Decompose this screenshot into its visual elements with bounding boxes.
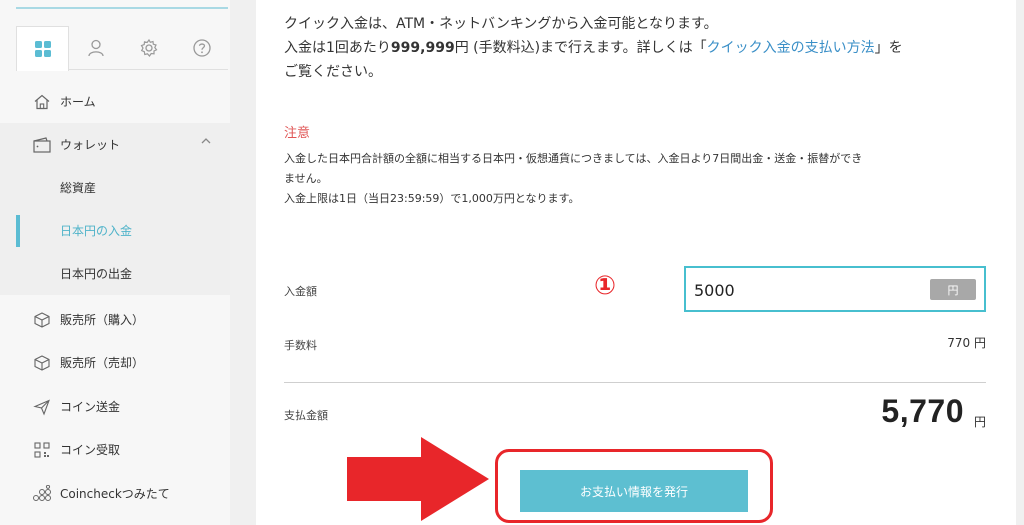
sidebar-item-label: 販売所（購入） [60,313,145,327]
user-icon [87,39,104,57]
sidebar-item-label: 販売所（売却） [60,356,145,370]
tab-dashboard[interactable] [16,26,69,71]
sidebar-item-receive-coin[interactable]: コイン受取 [0,428,230,471]
sidebar-item-label: 総資産 [60,181,97,195]
cube-icon [32,353,52,373]
intro-line-2-mid: 円 (手数料込)まで行えます。詳しくは「 [454,40,707,56]
sidebar-item-jpy-deposit[interactable]: 日本円の入金 [0,209,230,252]
sidebar-top-line [16,7,228,9]
notice-line-2: ません。 [284,172,328,185]
divider [284,382,986,383]
intro-line-2-prefix: 入金は1回あたり [284,40,391,56]
gear-icon [140,38,157,57]
intro-line-2-suffix: 」を [874,40,903,56]
red-arrow-icon [347,437,489,521]
home-icon [32,92,52,112]
fee-label: 手数料 [284,339,317,352]
tab-help[interactable] [175,26,228,70]
step-marker: ① [594,271,617,301]
sidebar-item-label: コイン送金 [60,400,121,414]
sidebar-item-label: ホーム [60,95,96,109]
sidebar-item-tsumitate[interactable]: Coincheckつみたて [0,472,230,515]
total-value: 5,770 [881,393,964,429]
chevron-up-icon[interactable] [200,135,212,150]
wallet-icon [32,135,52,155]
fee-value: 770 円 [947,336,986,350]
help-icon [192,39,211,57]
issue-payment-info-button[interactable]: お支払い情報を発行 [520,470,748,512]
sidebar-item-send-coin[interactable]: コイン送金 [0,385,230,428]
total-label: 支払金額 [284,409,328,422]
sidebar-item-label: 日本円の入金 [60,224,133,238]
intro-line-1: クイック入金は、ATM・ネットバンキングから入金可能となります。 [284,16,718,32]
notice-title: 注意 [284,126,311,141]
sidebar-item-label: ウォレット [60,138,121,152]
sidebar-tabbar [16,26,228,71]
tab-settings[interactable] [122,26,175,70]
sidebar-item-jpy-withdraw[interactable]: 日本円の出金 [0,252,230,295]
qr-code-icon [32,440,52,460]
sidebar-item-label: 日本円の出金 [60,267,133,281]
yen-unit-badge: 円 [930,279,976,300]
sidebar-item-label: コイン受取 [60,443,121,457]
intro-line-2: 入金は1回あたり999,999円 (手数料込)まで行えます。詳しくは「クイック入… [284,36,984,60]
notice-line-1: 入金した日本円合計額の全額に相当する日本円・仮想通貨につきましては、入金日より7… [284,152,863,165]
amount-label: 入金額 [284,285,317,298]
amount-input[interactable] [694,279,914,301]
cube-icon [32,310,52,330]
sidebar: ホーム ウォレット 総資産 日本円の入金 日本円の出金 販売所（購入） 販売所（… [0,0,230,525]
quick-deposit-howto-link[interactable]: クイック入金の支払い方法 [707,40,875,56]
notice-line-3: 入金上限は1日（当日23:59:59）で1,000万円となります。 [284,192,580,205]
intro-line-3: ご覧ください。 [284,64,382,80]
coins-icon [32,484,52,504]
send-icon [32,397,52,417]
sidebar-item-total-assets[interactable]: 総資産 [0,166,230,209]
sidebar-item-label: Coincheckつみたて [60,487,170,501]
sidebar-item-home[interactable]: ホーム [0,80,230,123]
notice-body: 入金した日本円合計額の全額に相当する日本円・仮想通貨につきましては、入金日より7… [284,149,994,209]
total-unit: 円 [973,415,986,429]
sidebar-item-sell[interactable]: 販売所（売却） [0,341,230,384]
intro-text: クイック入金は、ATM・ネットバンキングから入金可能となります。 入金は1回あた… [284,12,984,84]
sidebar-item-wallet[interactable]: ウォレット [0,123,230,166]
dashboard-grid-icon [34,41,51,57]
amount-field[interactable]: 円 [684,266,986,312]
active-indicator [16,215,20,247]
tab-account[interactable] [69,26,122,70]
intro-limit-amount: 999,999 [390,40,455,56]
sidebar-item-buy[interactable]: 販売所（購入） [0,298,230,341]
